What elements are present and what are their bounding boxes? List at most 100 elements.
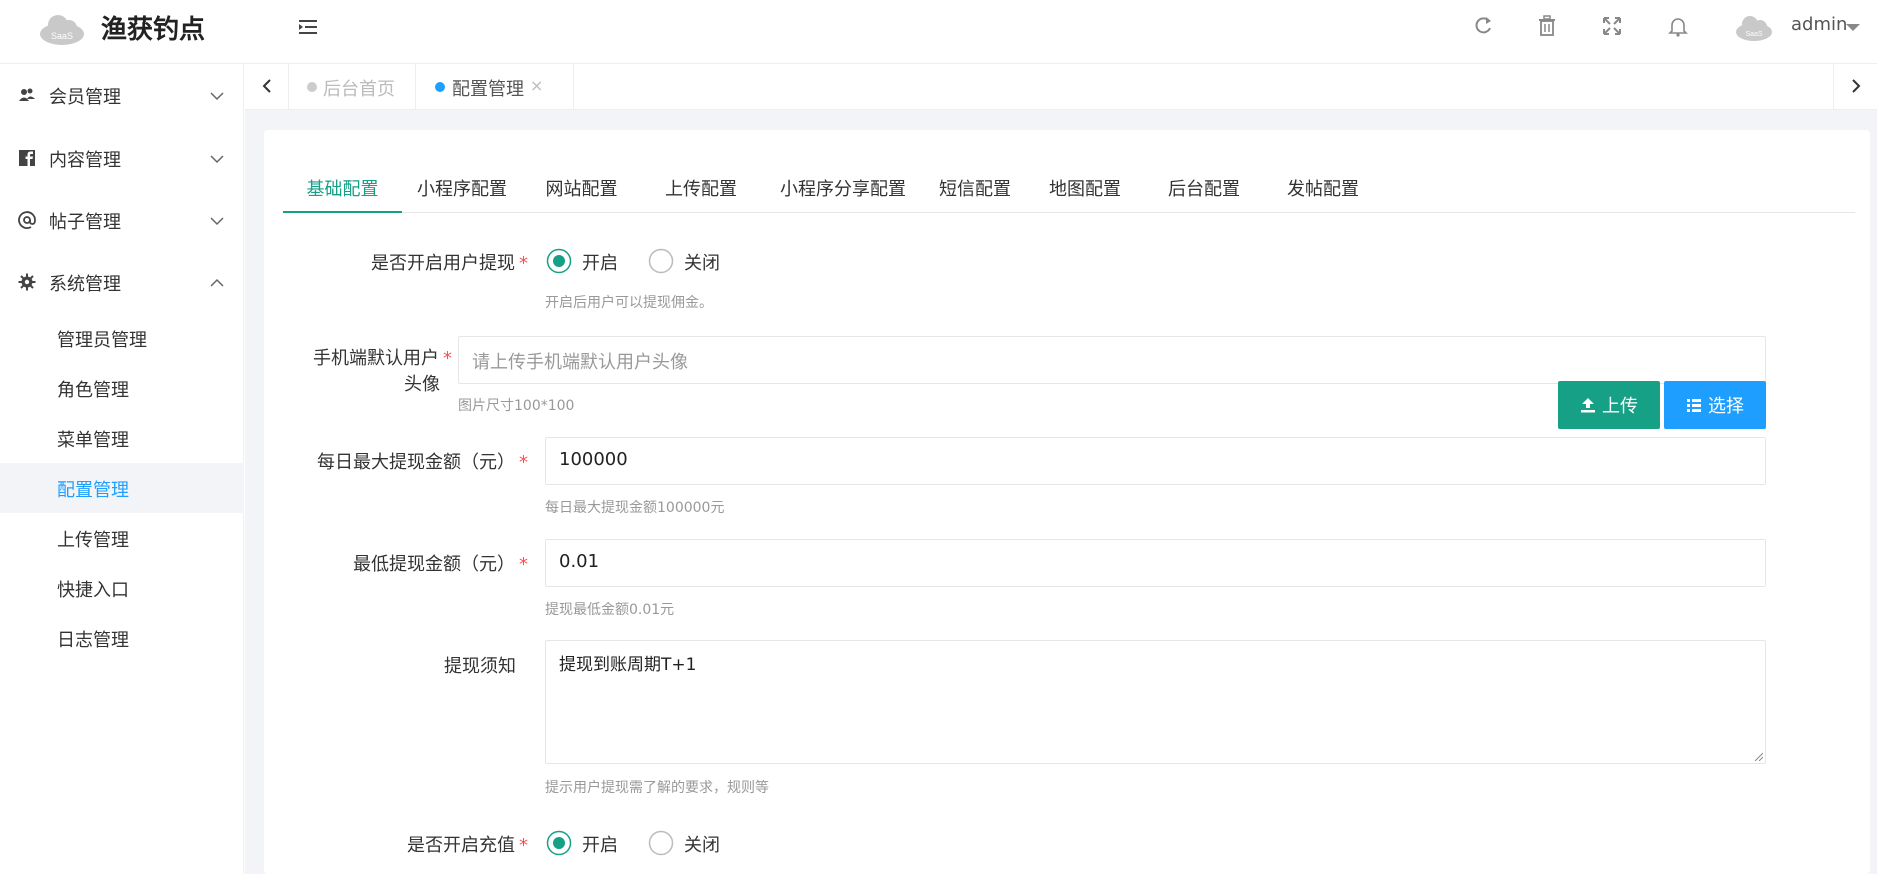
sidebar-item-menus[interactable]: 菜单管理: [0, 413, 244, 463]
withdraw-enable-on-label[interactable]: 开启: [582, 249, 618, 275]
chevron-right-icon: [1852, 79, 1861, 93]
daily-max-label: 每日最大提现金额（元） *: [300, 448, 528, 474]
withdraw-notice-hint: 提示用户提现需了解的要求，规则等: [545, 780, 769, 796]
withdraw-enable-off-label[interactable]: 关闭: [684, 249, 720, 275]
tab-dashboard[interactable]: 后台首页: [289, 64, 416, 110]
withdraw-enable-radio-on[interactable]: [546, 248, 572, 274]
withdraw-notice-text: 提现到账周期T+1: [559, 655, 697, 675]
sidebar-item-label: 配置管理: [57, 480, 129, 501]
select-button[interactable]: 选择: [1664, 381, 1766, 429]
min-withdraw-label: 最低提现金额（元） *: [300, 550, 528, 576]
close-icon[interactable]: ×: [530, 76, 543, 95]
withdraw-enable-label-text: 是否开启用户提现: [371, 253, 515, 274]
tab-sms[interactable]: 短信配置: [925, 165, 1025, 213]
bell-icon[interactable]: [1667, 15, 1689, 37]
chevron-down-icon: [210, 92, 224, 101]
chevron-up-icon: [210, 278, 224, 287]
tab-backend[interactable]: 后台配置: [1145, 165, 1263, 213]
tab-scroll-left-button[interactable]: [245, 64, 289, 110]
daily-max-hint: 每日最大提现金额100000元: [545, 500, 725, 516]
tab-posting[interactable]: 发帖配置: [1263, 165, 1383, 213]
default-avatar-hint: 图片尺寸100*100: [458, 398, 575, 414]
chevron-down-icon: [210, 155, 224, 164]
tab-upload[interactable]: 上传配置: [641, 165, 761, 213]
daily-max-input[interactable]: 100000: [545, 437, 1766, 485]
users-icon: [19, 88, 35, 101]
at-icon: [18, 211, 36, 229]
menu-fold-icon[interactable]: [297, 16, 319, 38]
facebook-icon: [19, 150, 35, 166]
sidebar-group-label: 帖子管理: [49, 212, 121, 233]
tab-share[interactable]: 小程序分享配置: [761, 165, 925, 213]
config-tabs: 基础配置 小程序配置 网站配置 上传配置 小程序分享配置 短信配置 地图配置 后…: [283, 165, 1855, 213]
sidebar-item-shortcuts[interactable]: 快捷入口: [0, 563, 244, 613]
sidebar-group-content[interactable]: 内容管理: [0, 131, 244, 185]
select-button-label: 选择: [1708, 396, 1744, 417]
recharge-enable-off-label[interactable]: 关闭: [684, 831, 720, 857]
required-mark: *: [519, 554, 528, 575]
top-header: SaaS 渔获钓点 SaaS admin: [0, 0, 1877, 64]
default-avatar-label-line2: 头像: [404, 374, 440, 395]
recharge-enable-radio-on[interactable]: [546, 830, 572, 856]
required-mark: *: [519, 835, 528, 856]
min-withdraw-label-text: 最低提现金额（元）: [353, 554, 515, 575]
daily-max-label-text: 每日最大提现金额（元）: [317, 452, 515, 473]
recharge-enable-radio-off[interactable]: [648, 830, 674, 856]
withdraw-notice-label: 提现须知: [444, 656, 516, 677]
sidebar-item-uploads[interactable]: 上传管理: [0, 513, 244, 563]
tab-config[interactable]: 配置管理 ×: [416, 64, 574, 110]
resize-handle-icon[interactable]: [1753, 751, 1763, 761]
logo-icon: SaaS: [40, 15, 84, 45]
withdraw-enable-hint: 开启后用户可以提现佣金。: [545, 295, 713, 311]
tab-miniprogram[interactable]: 小程序配置: [402, 165, 522, 213]
withdraw-enable-label: 是否开启用户提现 *: [300, 249, 528, 275]
upload-button[interactable]: 上传: [1558, 381, 1660, 429]
page-tab-bar: 后台首页 配置管理 ×: [245, 64, 1877, 110]
sidebar-group-label: 系统管理: [49, 274, 121, 295]
min-withdraw-input[interactable]: 0.01: [545, 539, 1766, 587]
tab-label: 后台首页: [323, 79, 395, 100]
avatar[interactable]: SaaS: [1734, 12, 1774, 42]
avatar-text: SaaS: [1745, 31, 1762, 38]
chevron-down-icon: [210, 217, 224, 226]
sidebar-item-config[interactable]: 配置管理: [0, 463, 244, 513]
refresh-icon[interactable]: [1472, 15, 1494, 37]
sidebar-group-system[interactable]: 系统管理: [0, 255, 244, 309]
sidebar-item-label: 角色管理: [57, 380, 129, 401]
list-icon: [1687, 399, 1701, 412]
sidebar-item-label: 快捷入口: [57, 580, 129, 601]
trash-icon[interactable]: [1536, 15, 1558, 37]
sidebar: 会员管理 内容管理 帖子管理 系统管理 管理员管理 角色管理 菜单管理 配置管理…: [0, 64, 244, 874]
recharge-enable-label-text: 是否开启充值: [407, 835, 515, 856]
default-avatar-label-line1: 手机端默认用户: [313, 348, 439, 369]
recharge-enable-label: 是否开启充值 *: [300, 831, 528, 857]
user-name[interactable]: admin: [1791, 14, 1847, 35]
recharge-enable-on-label[interactable]: 开启: [582, 831, 618, 857]
chevron-left-icon: [262, 79, 271, 93]
sidebar-item-admin[interactable]: 管理员管理: [0, 313, 244, 363]
tab-map[interactable]: 地图配置: [1025, 165, 1145, 213]
sidebar-item-label: 上传管理: [57, 530, 129, 551]
sidebar-group-members[interactable]: 会员管理: [0, 68, 244, 122]
tab-basic[interactable]: 基础配置: [283, 165, 402, 213]
user-dropdown-icon[interactable]: [1846, 24, 1860, 31]
default-avatar-label: 手机端默认用户 * 头像: [290, 346, 452, 398]
sidebar-group-label: 会员管理: [49, 87, 121, 108]
min-withdraw-hint: 提现最低金额0.01元: [545, 602, 675, 618]
fullscreen-icon[interactable]: [1601, 15, 1623, 37]
tab-status-dot: [435, 82, 445, 92]
withdraw-notice-textarea[interactable]: 提现到账周期T+1: [545, 640, 1766, 764]
withdraw-enable-radio-off[interactable]: [648, 248, 674, 274]
tab-label: 配置管理: [452, 79, 524, 100]
upload-icon: [1581, 398, 1595, 413]
sidebar-group-posts[interactable]: 帖子管理: [0, 193, 244, 247]
tab-scroll-right-button[interactable]: [1833, 64, 1877, 110]
logo-text: SaaS: [51, 31, 73, 41]
sidebar-item-roles[interactable]: 角色管理: [0, 363, 244, 413]
sidebar-item-label: 日志管理: [57, 630, 129, 651]
sidebar-item-logs[interactable]: 日志管理: [0, 613, 244, 663]
default-avatar-input[interactable]: 请上传手机端默认用户头像: [458, 336, 1766, 384]
tab-website[interactable]: 网站配置: [522, 165, 641, 213]
app-title: 渔获钓点: [101, 15, 206, 45]
sidebar-group-label: 内容管理: [49, 150, 121, 171]
